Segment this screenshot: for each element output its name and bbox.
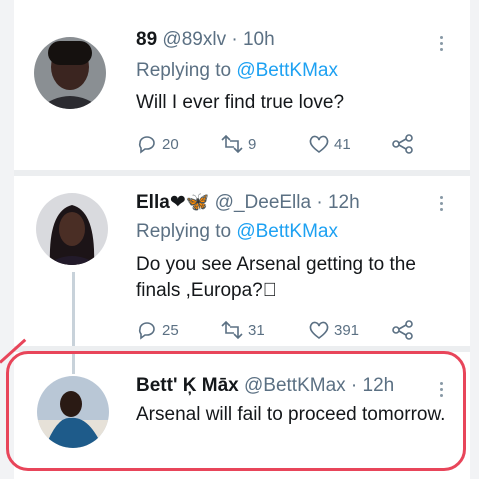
separator-dot: ·	[231, 29, 238, 50]
tweet-time[interactable]: 12h	[363, 375, 395, 396]
tweet-1-header: 89 @89xlv · 10h	[136, 29, 275, 51]
retweet-button[interactable]: 31	[220, 320, 265, 340]
more-icon[interactable]	[440, 382, 444, 400]
tweet-text: Arsenal will fail to proceed tomorrow.	[136, 404, 446, 425]
like-icon	[309, 321, 329, 339]
reply-icon	[138, 136, 155, 154]
reply-count: 20	[162, 135, 179, 153]
tweet-time[interactable]: 12h	[328, 192, 360, 213]
like-button[interactable]: 41	[308, 134, 351, 154]
like-icon	[309, 135, 329, 153]
author-handle[interactable]: @_DeeElla	[215, 192, 311, 213]
like-count: 41	[334, 135, 351, 153]
replying-to-label: Replying to	[136, 221, 232, 242]
avatar-ella[interactable]	[36, 193, 108, 265]
mention-link[interactable]: @BettKMax	[236, 221, 338, 242]
share-icon	[392, 134, 413, 154]
share-button[interactable]	[392, 134, 414, 154]
tweet-text: Do you see Arsenal getting to the finals…	[136, 254, 416, 301]
tweet-2-header: Ella❤🦋 @_DeeElla · 12h	[136, 190, 360, 214]
author-name-text: Ella	[136, 192, 170, 213]
retweet-icon	[221, 320, 243, 340]
reply-button[interactable]: 25	[136, 320, 179, 340]
retweet-count: 31	[248, 321, 265, 339]
tweet-thread: 89 @89xlv · 10h Replying to @BettKMax Wi…	[14, 0, 470, 479]
replying-to-label: Replying to	[136, 60, 232, 81]
author-handle[interactable]: @89xlv	[162, 29, 226, 50]
author-name[interactable]: Ella❤🦋	[136, 192, 209, 213]
tweet-time[interactable]: 10h	[243, 29, 275, 50]
author-name[interactable]: 89	[136, 29, 157, 50]
author-name[interactable]: Bett' Ķ Māx	[136, 375, 239, 396]
more-icon[interactable]	[440, 196, 444, 214]
tweet-1-actions: 20 9 41	[136, 134, 426, 158]
reply-button[interactable]: 20	[136, 134, 179, 154]
replying-to: Replying to @BettKMax	[136, 60, 338, 82]
replying-to: Replying to @BettKMax	[136, 221, 338, 243]
more-icon[interactable]	[440, 36, 444, 54]
share-icon	[392, 320, 413, 340]
retweet-button[interactable]: 9	[220, 134, 256, 154]
separator-dot: ·	[350, 375, 358, 396]
like-button[interactable]: 391	[308, 320, 359, 340]
avatar-89[interactable]	[34, 37, 106, 109]
author-handle[interactable]: @BettKMax	[244, 375, 346, 396]
share-button[interactable]	[392, 320, 414, 340]
tweet-3-header: Bett' Ķ Māx @BettKMax · 12h	[136, 375, 394, 397]
reply-icon	[138, 322, 155, 340]
retweet-icon	[221, 134, 243, 154]
tweet-text: Will I ever find true love?	[136, 92, 345, 113]
tweet-2-actions: 25 31 391	[136, 320, 426, 344]
mention-link[interactable]: @BettKMax	[236, 60, 338, 81]
separator-dot: ·	[316, 192, 323, 213]
name-emoji: ❤🦋	[169, 192, 210, 213]
like-count: 391	[334, 321, 360, 339]
retweet-count: 9	[248, 135, 257, 153]
reply-count: 25	[162, 321, 179, 339]
avatar-bettkmax[interactable]	[37, 376, 109, 448]
